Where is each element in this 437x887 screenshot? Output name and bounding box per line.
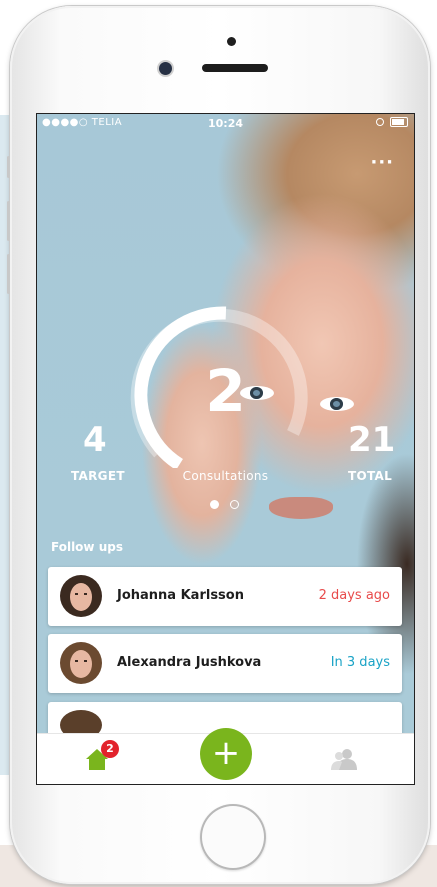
front-camera — [159, 62, 172, 75]
clock: 10:24 — [207, 117, 243, 130]
follow-up-due: In 3 days — [330, 655, 390, 670]
total-label: TOTAL — [348, 469, 393, 483]
page-dot-2[interactable] — [230, 500, 239, 509]
more-menu-icon[interactable]: ··· — [370, 152, 394, 173]
follow-ups-title: Follow ups — [51, 540, 123, 554]
avatar — [60, 642, 102, 684]
add-button[interactable]: + — [200, 728, 252, 780]
volume-down-button — [7, 254, 10, 294]
people-icon[interactable] — [331, 748, 357, 770]
target-value: 4 — [83, 420, 107, 460]
target-label: TARGET — [71, 469, 125, 483]
sensor-dot — [227, 37, 236, 46]
alarm-icon — [376, 118, 384, 126]
total-value: 21 — [348, 420, 396, 460]
consultations-count: 2 — [205, 357, 246, 425]
mute-switch — [7, 156, 10, 178]
notification-badge: 2 — [101, 740, 119, 758]
follow-up-name: Alexandra Jushkova — [117, 655, 262, 670]
status-bar: ●●●●○ TELIA 10:24 — [37, 114, 414, 132]
page-dot-1[interactable] — [210, 500, 219, 509]
battery-icon — [390, 117, 408, 127]
follow-up-due: 2 days ago — [318, 588, 390, 603]
tab-bar: 2 + — [37, 728, 414, 784]
earpiece-speaker — [202, 64, 268, 72]
avatar — [60, 575, 102, 617]
status-icons — [376, 117, 408, 127]
volume-up-button — [7, 201, 10, 241]
follow-up-card[interactable]: Johanna Karlsson 2 days ago — [48, 567, 402, 626]
home-button[interactable] — [200, 804, 266, 870]
follow-up-card[interactable]: Alexandra Jushkova In 3 days — [48, 634, 402, 693]
app-screen: ●●●●○ TELIA 10:24 ··· 2 Consultations 4 … — [36, 113, 415, 785]
follow-up-name: Johanna Karlsson — [117, 588, 244, 603]
lips — [269, 497, 333, 519]
